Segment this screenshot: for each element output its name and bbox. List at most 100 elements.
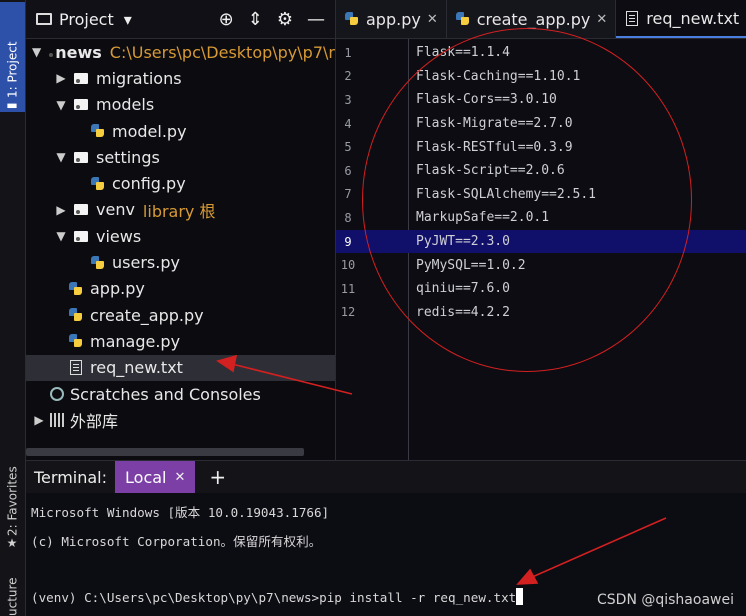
code-line: 10 PyMySQL==1.0.2 (336, 253, 746, 277)
code-text: PyJWT==2.3.0 (416, 234, 510, 250)
chevron-down-icon[interactable]: ▼ (54, 229, 68, 243)
tree-item[interactable]: ▼ settings (26, 144, 335, 170)
python-file-icon (90, 123, 106, 139)
code-text: Flask-Caching==1.10.1 (416, 68, 581, 84)
folder-icon (74, 72, 88, 84)
terminal-tab-label: Local (125, 467, 167, 487)
editor-tab-bar: app.py ✕ create_app.py ✕ req_new.txt (336, 0, 746, 39)
editor-tab[interactable]: create_app.py ✕ (447, 0, 617, 38)
python-logo-yellow (74, 286, 82, 295)
code-text: Flask-Cors==3.0.10 (416, 92, 557, 108)
collapse-all-icon[interactable]: ⇕ (248, 9, 263, 30)
tree-item[interactable]: model.py (26, 118, 335, 144)
python-logo-yellow (74, 313, 82, 322)
python-logo-yellow (74, 339, 82, 348)
code-text: Flask-SQLAlchemy==2.5.1 (416, 186, 597, 202)
python-logo-yellow (96, 260, 104, 269)
python-logo-yellow (460, 17, 469, 25)
python-file-icon (68, 333, 84, 349)
code-editor[interactable]: 1 Flask==1.1.4 2 Flask-Caching==1.10.1 3 Flas… (336, 39, 746, 460)
editor-tab-label: app.py (366, 9, 421, 29)
editor-tab[interactable]: req_new.txt (616, 0, 746, 38)
star-icon: ★ (5, 536, 20, 550)
line-number: 5 (344, 140, 352, 155)
tree-item[interactable]: ▶ 外部库 (26, 407, 335, 433)
tree-item-label: settings (96, 147, 160, 167)
text-cursor (516, 588, 524, 605)
code-text: Flask-Migrate==2.7.0 (416, 116, 573, 132)
folder-icon (74, 204, 88, 216)
line-number: 9 (344, 234, 352, 249)
tree-item-label: venv (96, 200, 135, 220)
python-file-icon (344, 11, 360, 27)
python-logo-yellow (96, 181, 104, 190)
editor-tab[interactable]: app.py ✕ (336, 0, 447, 38)
line-number: 3 (344, 92, 352, 107)
tree-item[interactable]: config.py (26, 170, 335, 196)
line-number: 1 (344, 45, 352, 60)
python-file-icon (68, 307, 84, 323)
favorites-tool-tab[interactable]: ★ 2: Favorites (0, 450, 25, 550)
chevron-right-icon[interactable]: ▶ (54, 203, 68, 217)
library-icon (50, 413, 64, 428)
project-view-selector[interactable]: Project ▾ (26, 10, 132, 29)
terminal-tab-local[interactable]: Local ✕ (115, 461, 196, 493)
line-number: 2 (344, 69, 352, 84)
code-line: 3 Flask-Cors==3.0.10 (336, 88, 746, 112)
editor-tab-label: create_app.py (476, 9, 591, 29)
tree-item-label: views (96, 226, 142, 246)
tree-item[interactable]: ▼ models (26, 92, 335, 118)
chevron-down-icon[interactable]: ▼ (54, 150, 68, 164)
project-tree: ▼ news C:\Users\pc\Desktop\py\p7\n ▶ migrati… (26, 39, 335, 433)
python-file-icon (68, 281, 84, 297)
chevron-down-icon[interactable]: ▼ (32, 45, 41, 59)
terminal-output[interactable]: Microsoft Windows [版本 10.0.19043.1766] (… (26, 493, 746, 616)
horizontal-scrollbar[interactable] (26, 448, 304, 456)
chevron-down-icon[interactable]: ▼ (54, 98, 68, 112)
tree-item-label: Scratches and Consoles (70, 384, 261, 404)
tree-item[interactable]: app.py (26, 276, 335, 302)
code-line: 5 Flask-RESTful==0.3.9 (336, 135, 746, 159)
terminal-line: Microsoft Windows [版本 10.0.19043.1766] (31, 505, 330, 520)
tree-item[interactable]: ▶ migrations (26, 65, 335, 91)
close-icon[interactable]: ✕ (174, 470, 185, 485)
python-logo-yellow (96, 129, 104, 138)
favorites-tool-tab-label: 2: Favorites (5, 466, 20, 536)
code-line: 6 Flask-Script==2.0.6 (336, 159, 746, 183)
line-number: 7 (344, 187, 352, 202)
python-file-icon (90, 176, 106, 192)
code-line: 4 Flask-Migrate==2.7.0 (336, 112, 746, 136)
new-terminal-button[interactable]: + (209, 465, 226, 489)
tree-item-label: model.py (112, 121, 187, 141)
editor-tab-label: req_new.txt (646, 8, 740, 28)
chevron-down-icon[interactable]: ▾ (124, 10, 132, 29)
python-file-icon (90, 255, 106, 271)
line-number: 10 (340, 258, 356, 273)
project-tool-tab[interactable]: ▬ 1: Project (0, 2, 25, 112)
tree-item[interactable]: users.py (26, 249, 335, 275)
close-icon[interactable]: ✕ (427, 12, 438, 27)
code-text: Flask-Script==2.0.6 (416, 163, 565, 179)
structure-tool-tab[interactable]: ucture (0, 566, 25, 616)
locate-icon[interactable]: ⊕ (219, 9, 234, 30)
chevron-right-icon[interactable]: ▶ (54, 71, 68, 85)
close-icon[interactable]: ✕ (596, 12, 607, 27)
tree-item[interactable]: ▶ venv library 根 (26, 197, 335, 223)
gear-icon[interactable]: ⚙ (277, 9, 293, 30)
tree-item[interactable]: ▼ news C:\Users\pc\Desktop\py\p7\n (26, 39, 335, 65)
chevron-right-icon[interactable]: ▶ (32, 413, 46, 427)
code-text: Flask==1.1.4 (416, 45, 510, 61)
tree-item[interactable]: ▼ views (26, 223, 335, 249)
tree-item-note: library 根 (142, 201, 216, 221)
tree-item[interactable]: Scratches and Consoles (26, 381, 335, 407)
tree-item[interactable]: create_app.py (26, 302, 335, 328)
tree-item[interactable]: req_new.txt (26, 354, 335, 381)
watermark: CSDN @qishaoawei (597, 592, 734, 608)
line-number: 4 (344, 116, 352, 131)
code-text: redis==4.2.2 (416, 304, 510, 320)
folder-icon (74, 151, 88, 163)
line-number: 8 (344, 210, 352, 225)
tree-item[interactable]: manage.py (26, 328, 335, 354)
code-line: 1 Flask==1.1.4 (336, 41, 746, 65)
hide-icon[interactable]: — (307, 9, 325, 30)
